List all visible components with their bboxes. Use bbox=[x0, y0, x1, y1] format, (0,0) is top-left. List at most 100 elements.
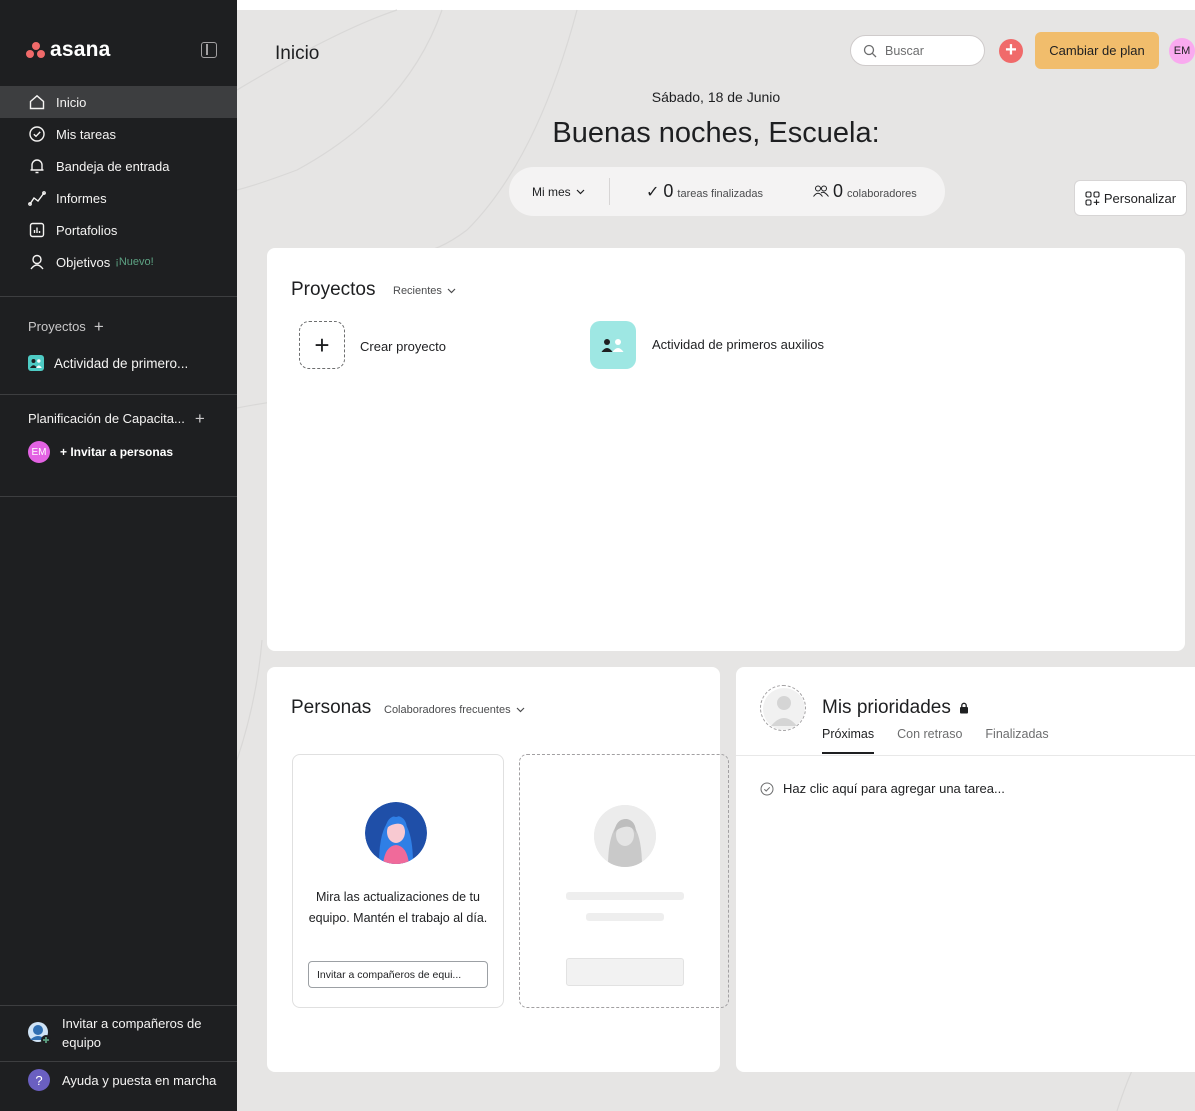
bell-icon bbox=[28, 157, 46, 175]
projects-filter-label: Recientes bbox=[393, 285, 442, 297]
sidebar-divider bbox=[0, 1005, 237, 1006]
nav-item-inicio[interactable]: Inicio bbox=[0, 86, 237, 118]
help-icon: ? bbox=[28, 1069, 50, 1091]
people-filter-dropdown[interactable]: Colaboradores frecuentes bbox=[384, 704, 525, 716]
nav-item-label: Portafolios bbox=[56, 222, 118, 238]
add-task-label: Haz clic aquí para agregar una tarea... bbox=[783, 781, 1005, 796]
collaborators-count: 0 bbox=[833, 181, 844, 201]
team-section-label: Planificación de Capacita... bbox=[28, 411, 185, 426]
sidebar-project-item[interactable]: Actividad de primero... bbox=[28, 355, 217, 371]
check-circle-icon bbox=[760, 782, 774, 795]
chart-line-icon bbox=[28, 189, 46, 207]
invite-message: Mira las actualizaciones de tu equipo. M… bbox=[308, 890, 488, 925]
priorities-tabs: Próximas Con retraso Finalizadas bbox=[822, 727, 1072, 754]
add-team-item-icon[interactable]: + bbox=[195, 410, 205, 427]
checkmark-icon: ✓ bbox=[646, 184, 660, 201]
plus-icon: + bbox=[314, 329, 330, 360]
project-icon bbox=[28, 355, 44, 371]
sidebar-divider bbox=[0, 296, 237, 297]
new-badge: ¡Nuevo! bbox=[115, 256, 154, 268]
invite-people-link[interactable]: + Invitar a personas bbox=[60, 445, 173, 459]
help-button[interactable]: ? Ayuda y puesta en marcha bbox=[26, 1069, 217, 1091]
asana-logo-icon[interactable] bbox=[26, 42, 46, 58]
collaborators-label: colaboradores bbox=[847, 188, 917, 200]
completed-tasks-stat: ✓ 0 tareas finalizadas bbox=[646, 181, 763, 202]
tab-proximas[interactable]: Próximas bbox=[822, 727, 875, 754]
projects-widget: Proyectos Recientes + Crear proyecto Act… bbox=[267, 248, 1185, 651]
nav-item-label: Objetivos bbox=[56, 254, 111, 270]
projects-section-header[interactable]: Proyectos + bbox=[28, 318, 209, 335]
stats-bar: Mi mes ✓ 0 tareas finalizadas 0 colabora… bbox=[509, 167, 945, 216]
create-project-label[interactable]: Crear proyecto bbox=[360, 339, 446, 354]
placeholder-button bbox=[566, 958, 684, 986]
asana-logo-text[interactable]: asana bbox=[50, 38, 111, 62]
main-nav: Inicio Mis tareas Bandeja de entrada Inf… bbox=[0, 86, 237, 278]
invite-teammates-icon bbox=[26, 1020, 52, 1046]
nav-item-label: Inicio bbox=[56, 94, 87, 110]
customize-label: Personalizar bbox=[1103, 190, 1177, 206]
sidebar-divider bbox=[0, 394, 237, 395]
greeting: Buenas noches, Escuela: bbox=[552, 117, 880, 149]
people-filter-label: Colaboradores frecuentes bbox=[384, 704, 511, 716]
tabs-divider bbox=[736, 755, 1195, 756]
main-content: Inicio Buscar + Cambiar de plan EM Sábad… bbox=[237, 0, 1195, 1111]
home-icon bbox=[28, 93, 46, 111]
projects-filter-dropdown[interactable]: Recientes bbox=[393, 285, 456, 297]
avatar: EM bbox=[28, 441, 50, 463]
grid-add-icon bbox=[1085, 190, 1100, 206]
stats-separator bbox=[609, 178, 610, 205]
nav-item-label: Mis tareas bbox=[56, 126, 116, 142]
create-project-tile[interactable]: + bbox=[299, 321, 345, 369]
priorities-widget: Mis prioridades Próximas Con retraso Fin… bbox=[736, 667, 1195, 1072]
invite-people-row[interactable]: EM + Invitar a personas bbox=[28, 441, 217, 463]
invite-teammates-button[interactable]: Invitar a compañeros de equipo bbox=[26, 1014, 217, 1052]
nav-item-objetivos[interactable]: Objetivos ¡Nuevo! bbox=[0, 246, 237, 278]
avatar-placeholder-icon bbox=[760, 685, 806, 731]
period-label: Mi mes bbox=[532, 184, 571, 199]
tasks-label: tareas finalizadas bbox=[677, 188, 764, 200]
people-title: Personas bbox=[291, 697, 372, 718]
nav-item-label: Bandeja de entrada bbox=[56, 158, 170, 174]
page-title: Inicio bbox=[275, 43, 320, 64]
nav-item-bandeja[interactable]: Bandeja de entrada bbox=[0, 150, 237, 182]
invite-teammates-button[interactable]: Invitar a compañeros de equi... bbox=[308, 961, 488, 988]
projects-title: Proyectos bbox=[291, 279, 376, 300]
sidebar: asana Inicio Mis tareas Bandeja de entra… bbox=[0, 0, 237, 1111]
placeholder-avatar-icon bbox=[594, 805, 656, 867]
nav-item-mis-tareas[interactable]: Mis tareas bbox=[0, 118, 237, 150]
nav-item-portafolios[interactable]: Portafolios bbox=[0, 214, 237, 246]
quick-add-button[interactable]: + bbox=[999, 39, 1023, 63]
customize-button[interactable]: Personalizar bbox=[1074, 180, 1187, 216]
team-avatar-illustration bbox=[365, 802, 427, 864]
invite-team-card: Mira las actualizaciones de tu equipo. M… bbox=[292, 754, 504, 1008]
projects-section-label: Proyectos bbox=[28, 319, 86, 334]
collapse-sidebar-icon[interactable] bbox=[201, 42, 217, 58]
nav-item-informes[interactable]: Informes bbox=[0, 182, 237, 214]
chevron-down-icon bbox=[516, 707, 525, 713]
priorities-title: Mis prioridades bbox=[822, 697, 951, 718]
check-circle-icon bbox=[28, 125, 46, 143]
add-task-row[interactable]: Haz clic aquí para agregar una tarea... bbox=[760, 781, 1005, 796]
add-project-icon[interactable]: + bbox=[94, 318, 104, 335]
priorities-header: Mis prioridades bbox=[822, 697, 969, 719]
collaborators-stat: 0 colaboradores bbox=[813, 181, 917, 202]
search-input[interactable]: Buscar bbox=[850, 35, 985, 66]
upgrade-plan-button[interactable]: Cambiar de plan bbox=[1035, 32, 1159, 69]
chevron-down-icon bbox=[576, 189, 585, 194]
tab-con-retraso[interactable]: Con retraso bbox=[897, 727, 962, 754]
project-tile[interactable] bbox=[590, 321, 636, 369]
team-section-header[interactable]: Planificación de Capacita... + bbox=[28, 410, 209, 427]
person-target-icon bbox=[28, 253, 46, 271]
project-name[interactable]: Actividad de primeros auxilios bbox=[652, 337, 824, 352]
project-people-icon bbox=[601, 339, 624, 352]
sidebar-divider bbox=[0, 496, 237, 497]
tab-finalizadas[interactable]: Finalizadas bbox=[985, 727, 1048, 754]
nav-item-label: Informes bbox=[56, 190, 107, 206]
chevron-down-icon bbox=[447, 288, 456, 294]
tasks-count: 0 bbox=[663, 181, 674, 201]
placeholder-person-card bbox=[519, 754, 729, 1008]
search-placeholder: Buscar bbox=[885, 43, 924, 58]
people-widget: Personas Colaboradores frecuentes Mira l… bbox=[267, 667, 729, 1072]
period-dropdown[interactable]: Mi mes bbox=[509, 185, 609, 199]
user-avatar[interactable]: EM bbox=[1169, 38, 1195, 64]
